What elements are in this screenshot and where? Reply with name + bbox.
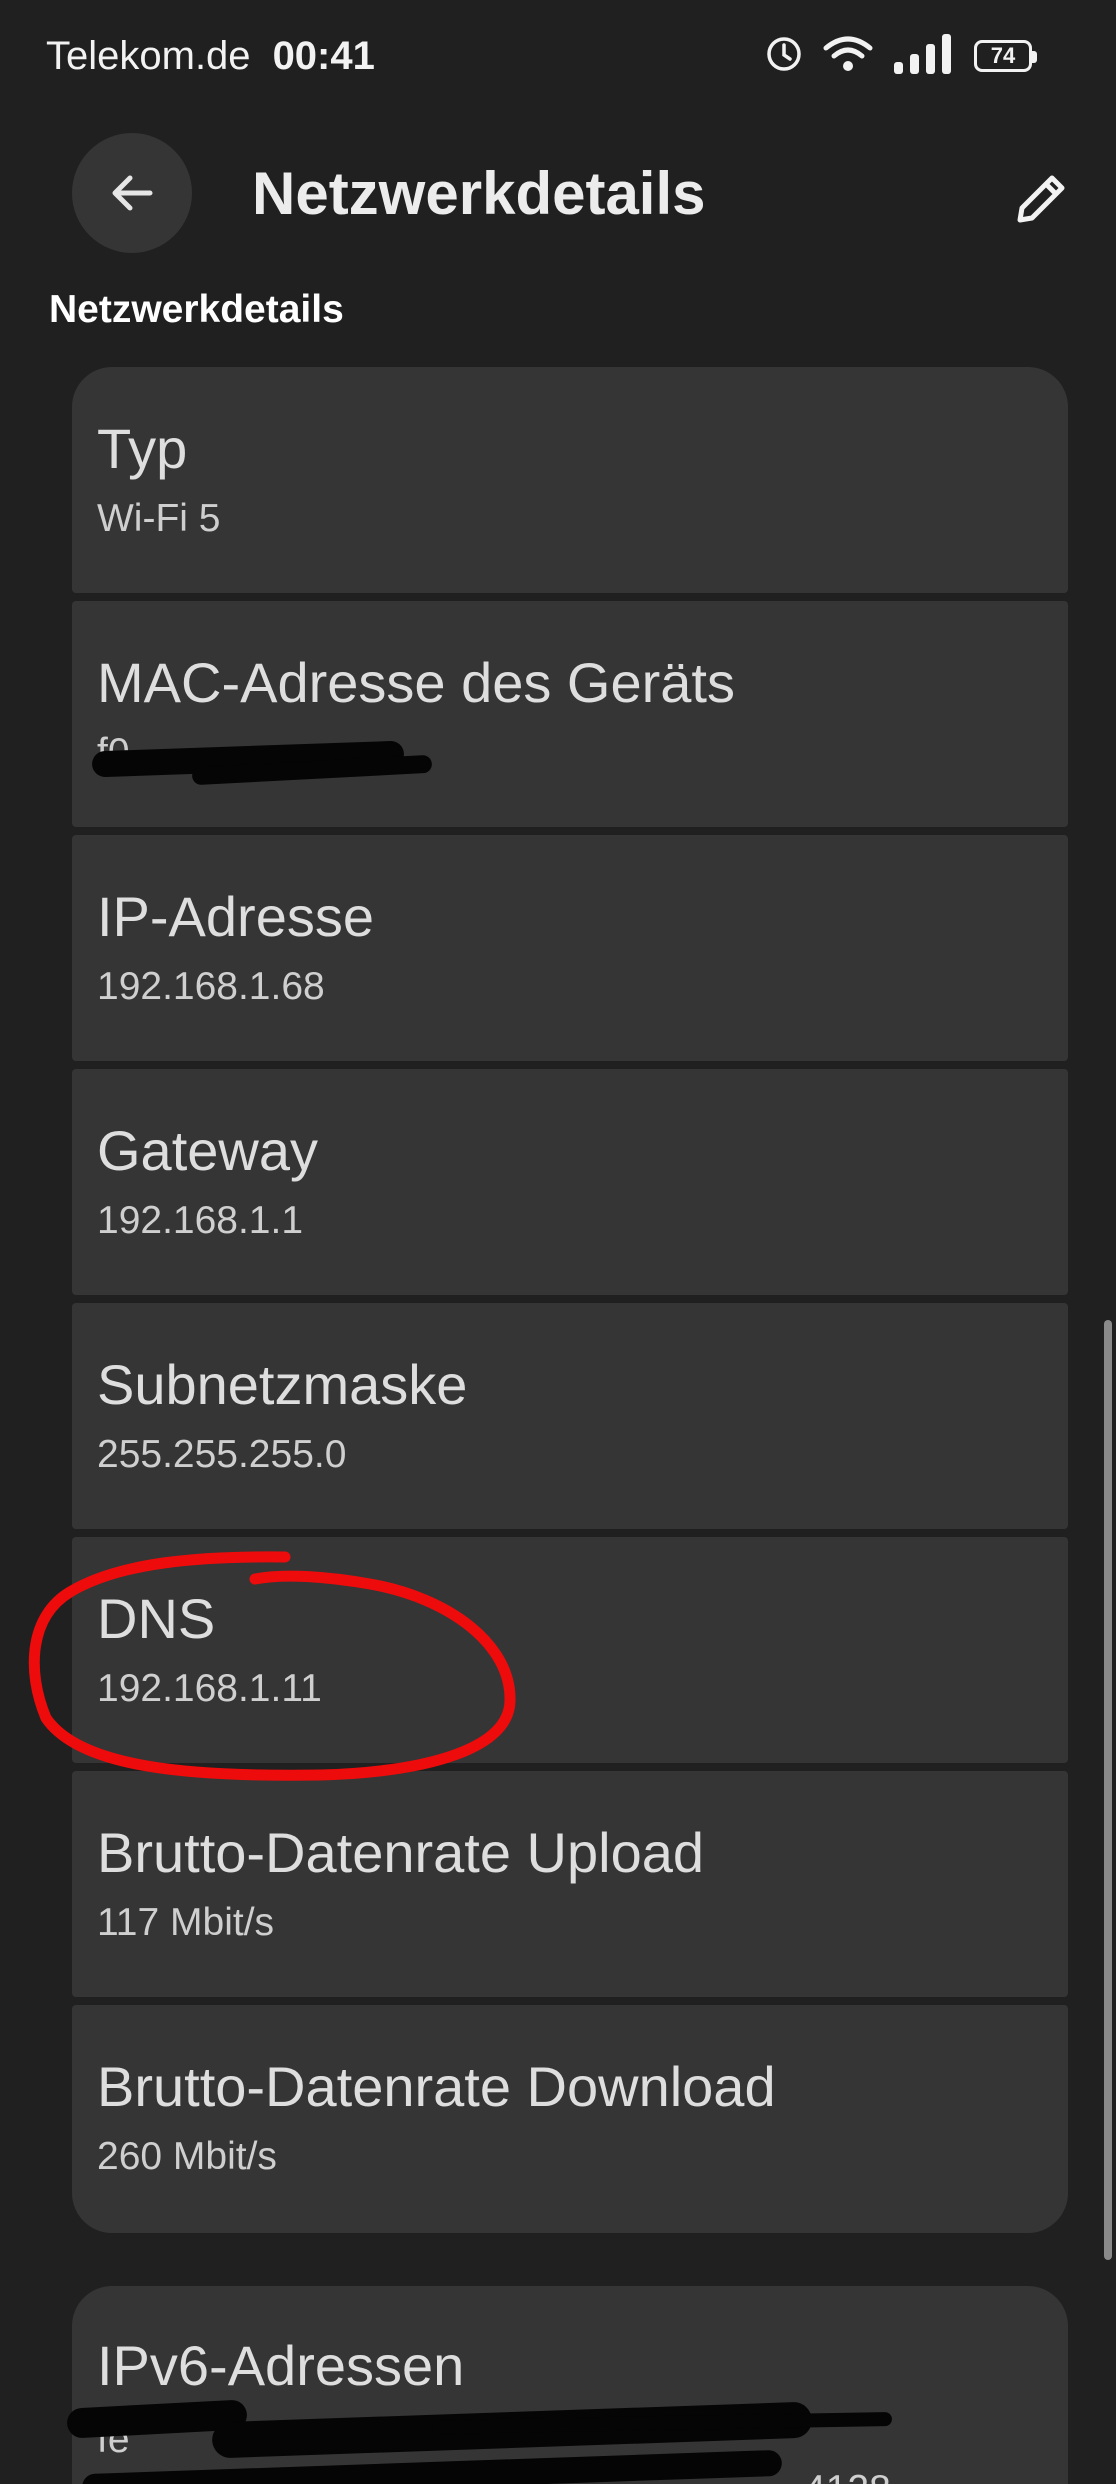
detail-item-gateway[interactable]: Gateway 192.168.1.1 <box>72 1069 1068 1295</box>
redaction-mark <box>81 2449 783 2484</box>
page-title: Netzwerkdetails <box>252 160 706 227</box>
detail-label: IP-Adresse <box>97 885 374 948</box>
battery-icon: 74 <box>974 40 1037 72</box>
status-left: Telekom.de 00:41 <box>46 28 375 84</box>
detail-item-ipv6[interactable]: IPv6-Adressen fe 4128 <box>66 2286 1068 2484</box>
detail-label: DNS <box>97 1587 216 1650</box>
detail-item-ip-address[interactable]: IP-Adresse 192.168.1.68 <box>72 835 1068 1061</box>
detail-value: 192.168.1.1 <box>97 1199 304 1242</box>
status-time: 00:41 <box>272 34 375 78</box>
detail-label: Typ <box>97 417 188 480</box>
cell-signal-icon <box>892 32 956 81</box>
carrier-name: Telekom.de <box>46 34 251 78</box>
detail-label: IPv6-Adressen <box>97 2334 465 2397</box>
detail-item-download-rate[interactable]: Brutto-Datenrate Download 260 Mbit/s <box>72 2005 1068 2233</box>
detail-value: 4128 <box>804 2466 891 2484</box>
detail-label: Brutto-Datenrate Upload <box>97 1821 705 1884</box>
section-header: Netzwerkdetails <box>49 288 344 331</box>
detail-item-upload-rate[interactable]: Brutto-Datenrate Upload 117 Mbit/s <box>72 1771 1068 1997</box>
back-button[interactable] <box>72 133 192 253</box>
scrollbar[interactable] <box>1104 1320 1112 2260</box>
detail-label: Gateway <box>97 1119 318 1182</box>
detail-label: MAC-Adresse des Geräts <box>97 651 735 714</box>
detail-value: 260 Mbit/s <box>97 2135 277 2178</box>
status-bar: Telekom.de 00:41 74 <box>0 0 1116 110</box>
network-details-screen: Telekom.de 00:41 74 Netzwerkdetails Netz… <box>0 0 1116 2484</box>
alarm-icon <box>764 34 804 79</box>
status-icons: 74 <box>764 26 1037 86</box>
wifi-icon <box>822 34 874 79</box>
detail-value: 192.168.1.68 <box>97 965 325 1008</box>
detail-item-subnet-mask[interactable]: Subnetzmaske 255.255.255.0 <box>72 1303 1068 1529</box>
detail-value: Wi-Fi 5 <box>97 497 221 540</box>
detail-item-type[interactable]: Typ Wi-Fi 5 <box>72 367 1068 593</box>
detail-item-dns[interactable]: DNS 192.168.1.11 <box>72 1537 1068 1763</box>
detail-value: 255.255.255.0 <box>97 1433 347 1476</box>
detail-item-mac-address[interactable]: MAC-Adresse des Geräts f0 <box>72 601 1068 827</box>
edit-button[interactable] <box>1004 160 1080 236</box>
detail-value: 192.168.1.11 <box>97 1667 322 1710</box>
detail-value: 117 Mbit/s <box>97 1901 275 1944</box>
pencil-icon <box>1017 175 1065 223</box>
detail-label: Subnetzmaske <box>97 1353 468 1416</box>
arrow-left-icon <box>112 175 153 211</box>
detail-label: Brutto-Datenrate Download <box>97 2055 776 2118</box>
